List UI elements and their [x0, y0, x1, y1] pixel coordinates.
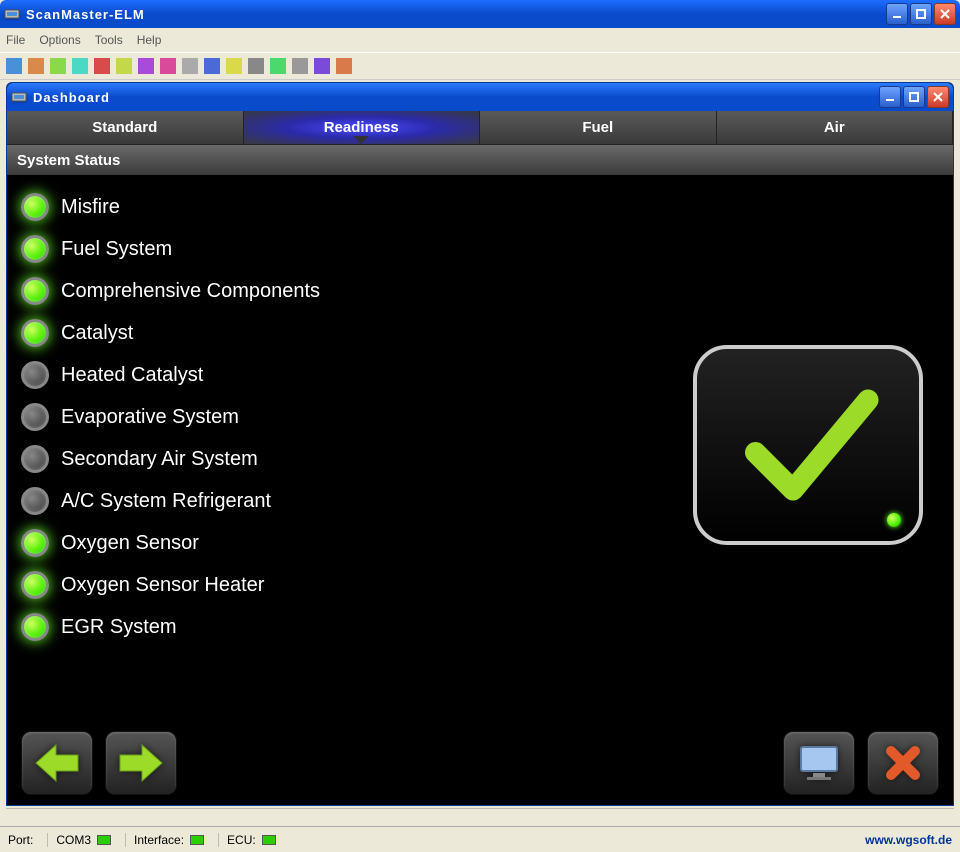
display-button[interactable] — [783, 731, 855, 795]
vendor-link[interactable]: www.wgsoft.de — [865, 833, 952, 847]
toolbar-icon[interactable] — [336, 58, 352, 74]
check-icon — [733, 370, 883, 520]
status-label: Comprehensive Components — [61, 280, 320, 303]
toolbar-icon[interactable] — [248, 58, 264, 74]
close-button[interactable] — [934, 3, 956, 25]
ecu-status-icon — [262, 835, 276, 845]
toolbar-icon[interactable] — [72, 58, 88, 74]
toolbar-icon[interactable] — [28, 58, 44, 74]
interface-label: Interface: — [134, 833, 184, 847]
toolbar-icon[interactable] — [292, 58, 308, 74]
dashboard-titlebar: Dashboard — [7, 83, 953, 111]
menubar: File Options Tools Help — [0, 28, 960, 52]
section-header: System Status — [7, 145, 953, 175]
status-item: Fuel System — [21, 235, 939, 263]
status-label: Misfire — [61, 196, 120, 219]
monitor-icon — [797, 743, 841, 783]
led-on-icon — [21, 277, 49, 305]
status-label: Catalyst — [61, 322, 133, 345]
status-dot-icon — [887, 513, 901, 527]
x-icon — [883, 743, 923, 783]
prev-button[interactable] — [21, 731, 93, 795]
led-off-icon — [21, 445, 49, 473]
toolbar-icon[interactable] — [50, 58, 66, 74]
scrollbar[interactable] — [6, 808, 954, 826]
led-on-icon — [21, 319, 49, 347]
statusbar: Port: COM3 Interface: ECU: www.wgsoft.de — [0, 826, 960, 852]
minimize-button[interactable] — [886, 3, 908, 25]
content: Misfire Fuel System Comprehensive Componen… — [7, 175, 953, 805]
next-button[interactable] — [105, 731, 177, 795]
toolbar-icon[interactable] — [226, 58, 242, 74]
cancel-button[interactable] — [867, 731, 939, 795]
led-off-icon — [21, 487, 49, 515]
tabbar: Standard Readiness Fuel Air — [7, 111, 953, 145]
arrow-right-icon — [118, 743, 164, 783]
app-title: ScanMaster-ELM — [26, 7, 886, 22]
status-item: Misfire — [21, 193, 939, 221]
menu-help[interactable]: Help — [137, 33, 162, 47]
port-value: COM3 — [56, 833, 91, 847]
dashboard-maximize-button[interactable] — [903, 86, 925, 108]
status-label: Oxygen Sensor Heater — [61, 574, 264, 597]
toolbar-icon[interactable] — [138, 58, 154, 74]
status-label: Oxygen Sensor — [61, 532, 199, 555]
led-on-icon — [21, 571, 49, 599]
toolbar-icon[interactable] — [270, 58, 286, 74]
dashboard-title: Dashboard — [33, 90, 879, 105]
status-item: EGR System — [21, 613, 939, 641]
led-off-icon — [21, 403, 49, 431]
tab-air[interactable]: Air — [717, 111, 954, 144]
status-label: Evaporative System — [61, 406, 239, 429]
arrow-left-icon — [34, 743, 80, 783]
toolbar-icon[interactable] — [160, 58, 176, 74]
app-titlebar: ScanMaster-ELM — [0, 0, 960, 28]
toolbar-icon[interactable] — [204, 58, 220, 74]
port-label: Port: — [8, 833, 33, 847]
menu-tools[interactable]: Tools — [95, 33, 123, 47]
led-off-icon — [21, 361, 49, 389]
dashboard-icon — [11, 89, 27, 105]
maximize-button[interactable] — [910, 3, 932, 25]
toolbar-icon[interactable] — [314, 58, 330, 74]
status-label: EGR System — [61, 616, 177, 639]
app-icon — [4, 6, 20, 22]
status-item: Oxygen Sensor Heater — [21, 571, 939, 599]
readiness-check-tile — [693, 345, 923, 545]
tab-fuel[interactable]: Fuel — [480, 111, 717, 144]
dashboard-close-button[interactable] — [927, 86, 949, 108]
toolbar-icon[interactable] — [116, 58, 132, 74]
led-on-icon — [21, 235, 49, 263]
led-on-icon — [21, 193, 49, 221]
toolbar-icon[interactable] — [6, 58, 22, 74]
dashboard-minimize-button[interactable] — [879, 86, 901, 108]
status-label: Secondary Air System — [61, 448, 258, 471]
tab-standard[interactable]: Standard — [7, 111, 244, 144]
led-on-icon — [21, 613, 49, 641]
status-label: Fuel System — [61, 238, 172, 261]
interface-status-icon — [190, 835, 204, 845]
ecu-label: ECU: — [227, 833, 256, 847]
toolbar-icon[interactable] — [94, 58, 110, 74]
status-label: A/C System Refrigerant — [61, 490, 271, 513]
tab-readiness[interactable]: Readiness — [244, 111, 481, 144]
toolbar — [0, 52, 960, 80]
led-on-icon — [21, 529, 49, 557]
menu-file[interactable]: File — [6, 33, 25, 47]
menu-options[interactable]: Options — [39, 33, 80, 47]
status-item: Catalyst — [21, 319, 939, 347]
toolbar-icon[interactable] — [182, 58, 198, 74]
port-status-icon — [97, 835, 111, 845]
status-label: Heated Catalyst — [61, 364, 203, 387]
status-item: Comprehensive Components — [21, 277, 939, 305]
